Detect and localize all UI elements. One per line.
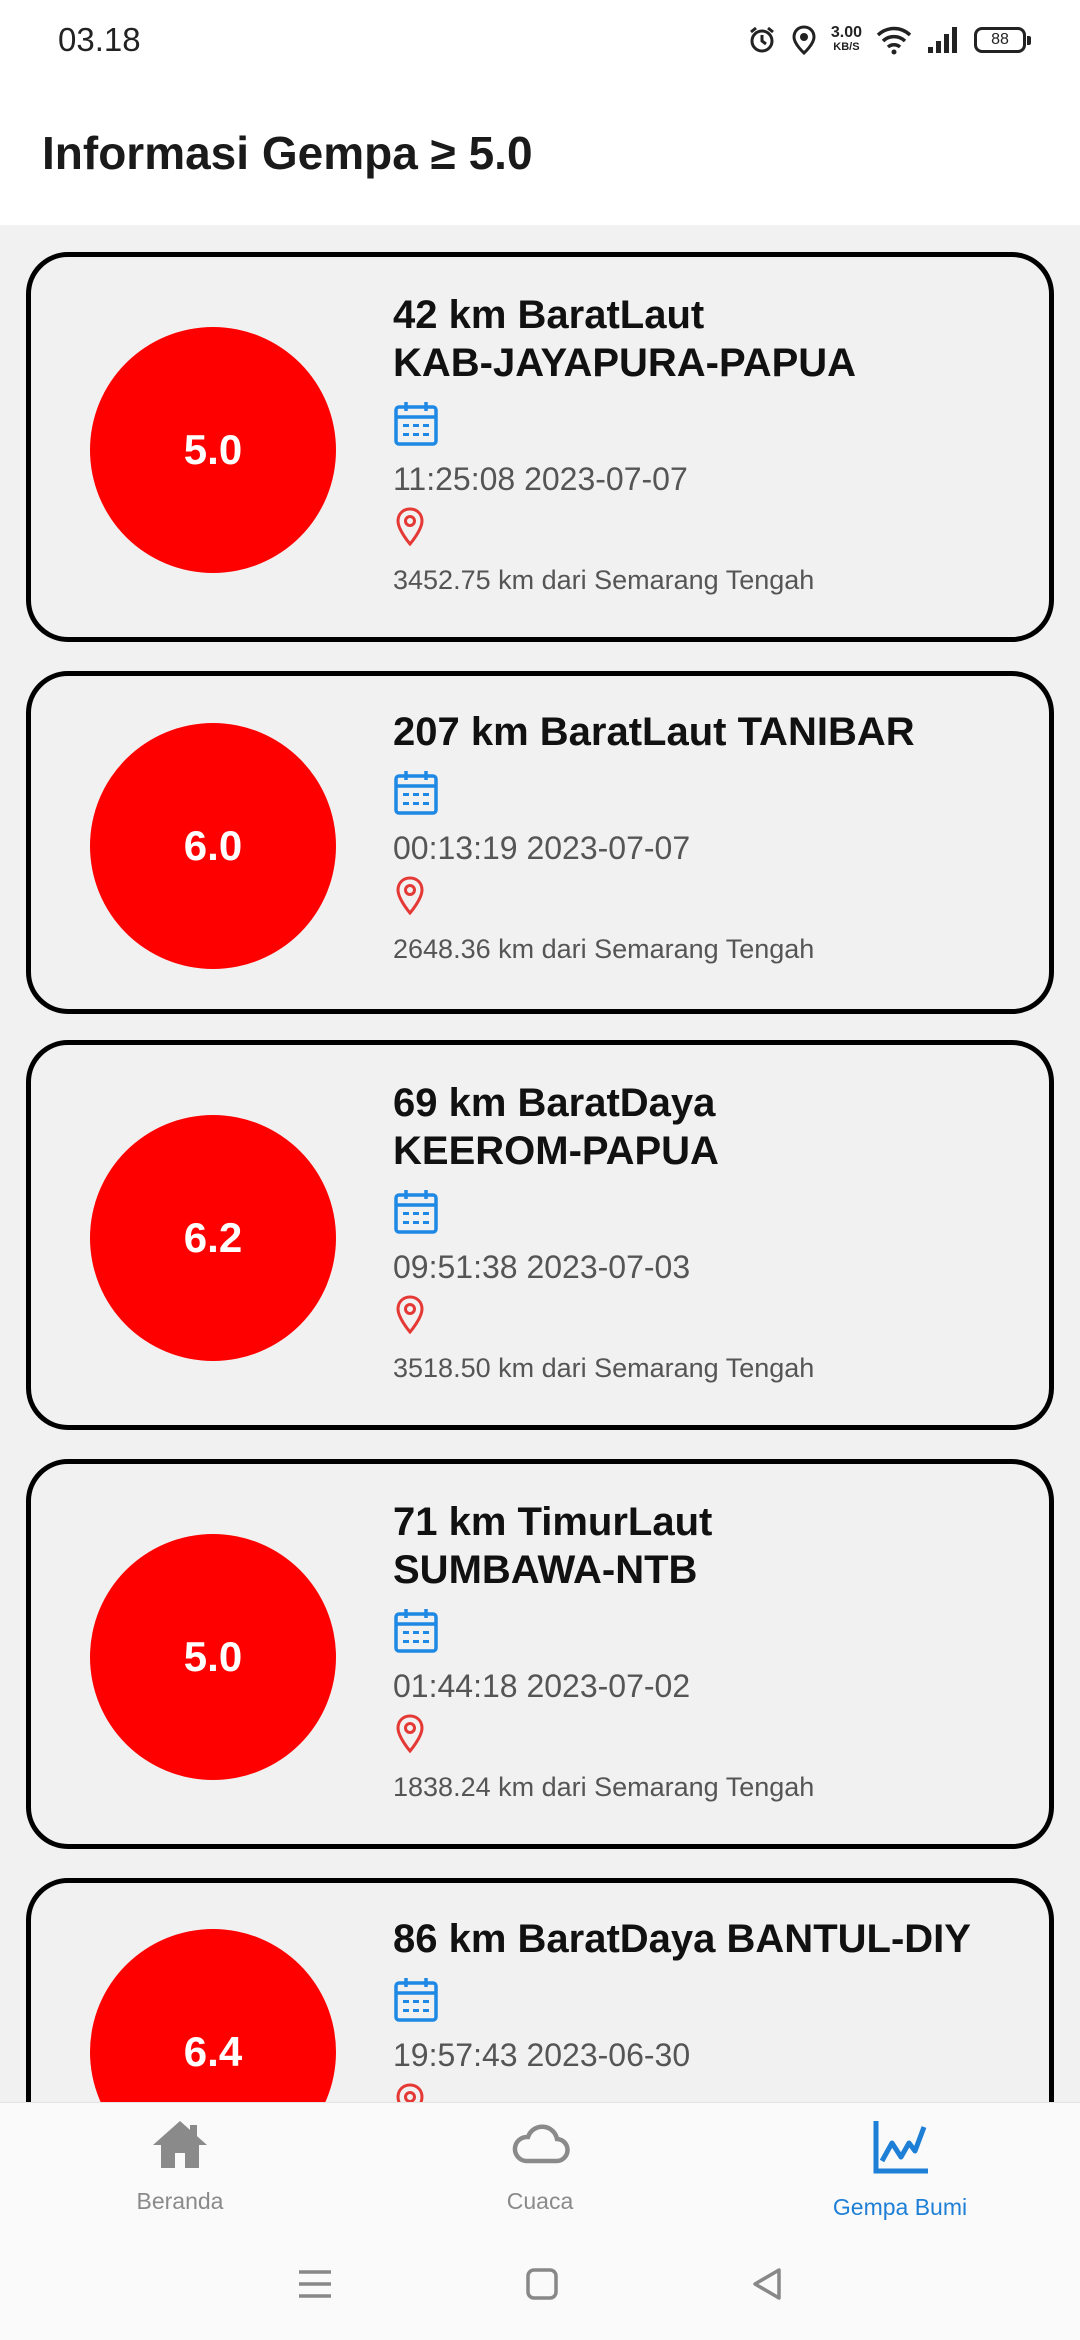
cloud-icon	[508, 2117, 572, 2176]
calendar-row	[393, 1975, 1009, 2027]
location-row	[393, 872, 1009, 924]
quake-datetime: 09:51:38 2023-07-03	[393, 1249, 691, 1285]
status-bar: 03.18 3.00 KB/S 88	[0, 0, 1080, 80]
quake-info: 42 km BaratLaut KAB-JAYAPURA-PAPUA 11:25…	[393, 291, 1009, 597]
quake-datetime: 11:25:08 2023-07-07	[393, 461, 688, 497]
quake-card[interactable]: 6.0 207 km BaratLaut TANIBAR 00:13:19 20…	[26, 671, 1054, 1014]
nav-label-gempa-bumi: Gempa Bumi	[832, 2194, 968, 2220]
battery-indicator: 88	[974, 27, 1031, 53]
magnitude-badge: 6.2	[90, 1115, 336, 1361]
nav-label-cuaca: Cuaca	[506, 2188, 574, 2214]
calendar-row	[393, 768, 1009, 820]
magnitude-badge: 6.4	[90, 1929, 336, 2102]
location-row	[393, 2079, 1009, 2102]
net-speed: 3.00 KB/S	[831, 25, 862, 55]
calendar-icon	[393, 1975, 439, 2028]
status-time: 03.18	[58, 21, 141, 58]
location-icon	[393, 1294, 427, 1341]
system-navigation-bar	[0, 2232, 1080, 2340]
bottom-navigation: Beranda Cuaca Gempa Bumi	[0, 2102, 1080, 2232]
calendar-row	[393, 1606, 1009, 1658]
magnitude-value: 6.0	[183, 822, 243, 869]
home-button-icon[interactable]	[524, 2266, 560, 2307]
quake-datetime: 19:57:43 2023-06-30	[393, 2037, 691, 2073]
chart-line-icon	[870, 2117, 930, 2182]
home-icon	[150, 2117, 210, 2176]
net-speed-value: 3.00	[830, 24, 862, 41]
calendar-row	[393, 1187, 1009, 1239]
quake-card[interactable]: 5.0 71 km TimurLaut SUMBAWA-NTB 01:44:18…	[26, 1459, 1054, 1849]
calendar-icon	[393, 768, 439, 821]
status-icons: 3.00 KB/S 88	[747, 25, 1031, 55]
quake-info: 86 km BaratDaya BANTUL-DIY 19:57:43 2023…	[393, 1915, 1009, 2102]
location-icon	[393, 1713, 427, 1760]
quake-location-line1: 207 km BaratLaut TANIBAR	[393, 710, 915, 754]
quake-datetime: 00:13:19 2023-07-07	[393, 830, 691, 866]
quake-location-line2: SUMBAWA-NTB	[393, 1548, 698, 1592]
quake-info: 207 km BaratLaut TANIBAR 00:13:19 2023-0…	[393, 708, 1009, 966]
location-row	[393, 503, 1009, 555]
quake-info: 69 km BaratDaya KEEROM-PAPUA 09:51:38 20…	[393, 1079, 1009, 1385]
magnitude-value: 5.0	[183, 1633, 243, 1680]
signal-icon	[926, 25, 960, 55]
magnitude-value: 5.0	[183, 426, 243, 473]
quake-list[interactable]: 5.0 42 km BaratLaut KAB-JAYAPURA-PAPUA 1…	[0, 225, 1080, 2102]
quake-distance: 1838.24 km dari Semarang Tengah	[393, 1772, 815, 1802]
calendar-row	[393, 399, 1009, 451]
page-title: Informasi Gempa ≥ 5.0	[42, 126, 533, 179]
calendar-icon	[393, 399, 439, 452]
quake-distance: 3452.75 km dari Semarang Tengah	[393, 565, 815, 595]
magnitude-value: 6.2	[183, 1214, 243, 1261]
back-icon[interactable]	[749, 2266, 785, 2307]
quake-location-line2: KEEROM-PAPUA	[393, 1129, 719, 1173]
menu-icon[interactable]	[295, 2266, 335, 2307]
magnitude-badge: 5.0	[90, 1534, 336, 1780]
calendar-icon	[393, 1187, 439, 1240]
quake-location-line2: KAB-JAYAPURA-PAPUA	[393, 341, 857, 385]
app-header: Informasi Gempa ≥ 5.0	[0, 80, 1080, 225]
magnitude-badge: 5.0	[90, 327, 336, 573]
quake-location-line1: 86 km BaratDaya BANTUL-DIY	[393, 1917, 971, 1961]
quake-distance: 2648.36 km dari Semarang Tengah	[393, 934, 815, 964]
location-status-icon	[791, 25, 817, 55]
nav-item-gempa-bumi[interactable]: Gempa Bumi	[720, 2103, 1080, 2232]
quake-distance: 3518.50 km dari Semarang Tengah	[393, 1353, 815, 1383]
wifi-icon	[876, 25, 912, 55]
nav-item-cuaca[interactable]: Cuaca	[360, 2103, 720, 2232]
location-icon	[393, 2082, 427, 2102]
location-row	[393, 1710, 1009, 1762]
quake-location-line1: 69 km BaratDaya	[393, 1081, 716, 1125]
quake-card[interactable]: 6.4 86 km BaratDaya BANTUL-DIY 19:57:43 …	[26, 1878, 1054, 2102]
quake-datetime: 01:44:18 2023-07-02	[393, 1668, 691, 1704]
location-row	[393, 1291, 1009, 1343]
magnitude-value: 6.4	[183, 2028, 243, 2075]
nav-item-beranda[interactable]: Beranda	[0, 2103, 360, 2232]
quake-info: 71 km TimurLaut SUMBAWA-NTB 01:44:18 202…	[393, 1498, 1009, 1804]
alarm-icon	[747, 25, 777, 55]
quake-card[interactable]: 5.0 42 km BaratLaut KAB-JAYAPURA-PAPUA 1…	[26, 252, 1054, 642]
location-icon	[393, 875, 427, 922]
net-speed-unit: KB/S	[833, 41, 860, 53]
quake-location-line1: 42 km BaratLaut	[393, 293, 705, 337]
location-icon	[393, 506, 427, 553]
calendar-icon	[393, 1606, 439, 1659]
quake-card[interactable]: 6.2 69 km BaratDaya KEEROM-PAPUA 09:51:3…	[26, 1040, 1054, 1430]
nav-label-beranda: Beranda	[136, 2188, 224, 2214]
quake-location-line1: 71 km TimurLaut	[393, 1500, 713, 1544]
magnitude-badge: 6.0	[90, 723, 336, 969]
